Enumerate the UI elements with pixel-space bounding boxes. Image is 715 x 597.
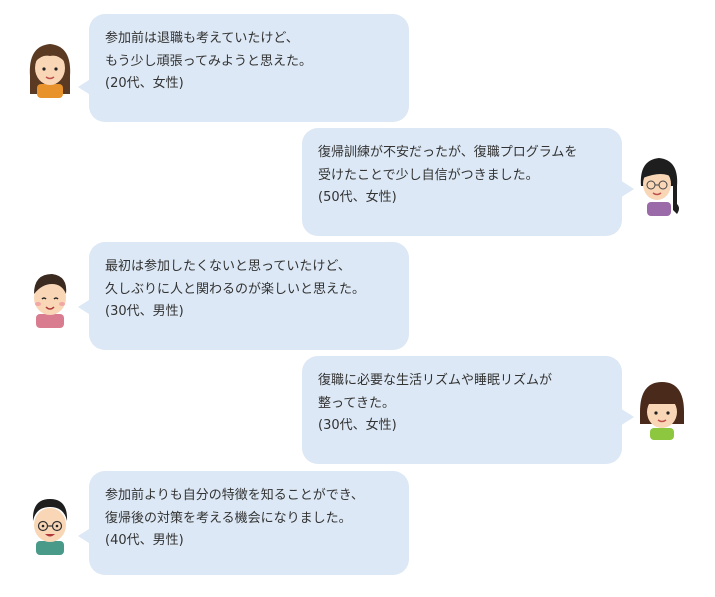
speech-bubble: 復職に必要な生活リズムや睡眠リズムが 整ってきた。 (30代、女性) — [302, 356, 622, 464]
bubble-line-1: 参加前は退職も考えていたけど、 — [105, 31, 299, 46]
bubble-tail — [620, 180, 634, 198]
bubble-line-2: もう少し頑張ってみようと思えた。 — [105, 53, 312, 69]
bubble-line-1: 復帰訓練が不安だったが、復職プログラムを — [318, 145, 578, 160]
bubble-line-2: 復帰後の対策を考える機会になりました。 — [105, 510, 352, 526]
bubble-line-1: 復職に必要な生活リズムや睡眠リズムが — [318, 373, 553, 388]
speech-bubble: 参加前は退職も考えていたけど、 もう少し頑張ってみようと思えた。 (20代、女性… — [89, 14, 409, 122]
speech-bubble: 最初は参加したくないと思っていたけど、 久しぶりに人と関わるのが楽しいと思えた。… — [89, 242, 409, 350]
bubble-line-2: 受けたことで少し自信がつきました。 — [318, 167, 539, 183]
woman-20s-avatar — [29, 44, 71, 98]
bubble-line-2: 整ってきた。 — [318, 395, 395, 411]
bubble-meta: (40代、男性) — [105, 533, 184, 548]
man-40s-avatar — [32, 499, 68, 555]
bubble-meta: (30代、女性) — [318, 418, 397, 433]
bubble-tail — [620, 408, 634, 426]
bubble-line-2: 久しぶりに人と関わるのが楽しいと思えた。 — [105, 281, 366, 297]
bubble-line-1: 参加前よりも自分の特徴を知ることができ、 — [105, 488, 364, 503]
bubble-line-1: 最初は参加したくないと思っていたけど、 — [105, 259, 351, 274]
woman-50s-avatar — [640, 158, 679, 216]
man-30s-avatar — [34, 274, 67, 328]
speech-bubble: 復帰訓練が不安だったが、復職プログラムを 受けたことで少し自信がつきました。 (… — [302, 128, 622, 236]
woman-30s-avatar — [640, 382, 684, 440]
bubble-meta: (30代、男性) — [105, 304, 184, 319]
bubble-meta: (20代、女性) — [105, 76, 184, 91]
speech-bubble: 参加前よりも自分の特徴を知ることができ、 復帰後の対策を考える機会になりました。… — [89, 471, 409, 575]
bubble-meta: (50代、女性) — [318, 190, 397, 205]
